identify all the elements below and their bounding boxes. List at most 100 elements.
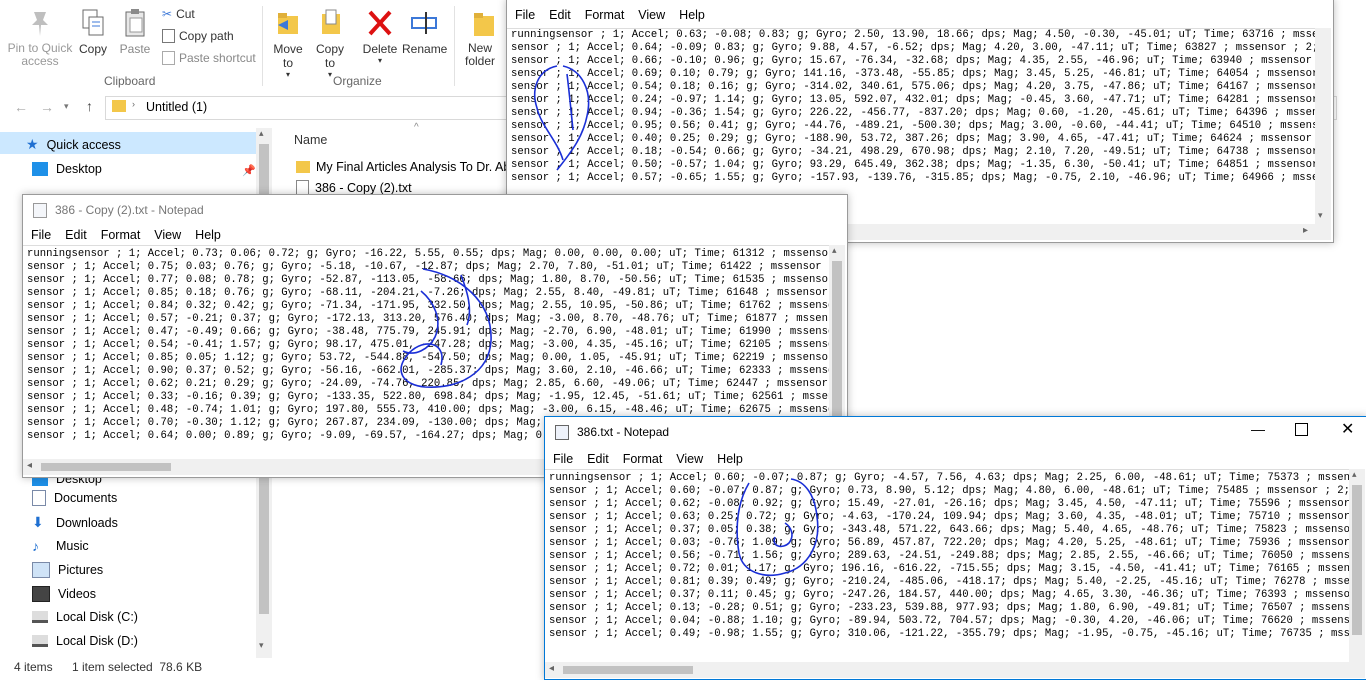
paste-shortcut-label: Paste shortcut	[179, 51, 256, 65]
nav-label: Music	[56, 539, 89, 553]
pin-to-quick-access-button[interactable]: Pin to Quick access	[4, 8, 76, 68]
status-item-count: 4 items	[14, 660, 53, 674]
scroll-right-icon[interactable]: ▸	[1303, 225, 1308, 236]
delete-button[interactable]: Delete ▾	[360, 8, 400, 65]
menu-format[interactable]: Format	[585, 8, 625, 22]
nav-label: Pictures	[58, 563, 104, 577]
paste-button[interactable]: Paste	[118, 8, 152, 56]
scroll-down-icon[interactable]: ▾	[1318, 210, 1323, 221]
pin-icon	[26, 8, 54, 38]
cut-button[interactable]: ✂ Cut	[162, 7, 195, 21]
copy-to-label: Copy to	[315, 42, 344, 70]
text-line: sensor ; 1; Accel; 0.63; 0.25; 0.72; g; …	[549, 511, 1349, 523]
nav-item-quick-access[interactable]: ★ Quick access	[26, 136, 121, 153]
organize-group-label: Organize	[333, 74, 382, 88]
new-folder-button[interactable]: New folder	[460, 8, 500, 68]
vertical-scrollbar[interactable]: ▾	[1315, 28, 1331, 224]
move-to-icon	[274, 8, 302, 38]
text-line: sensor ; 1; Accel; 0.69; 0.10; 0.79; g; …	[511, 68, 1315, 80]
menu-view[interactable]: View	[638, 8, 665, 22]
copy-path-button[interactable]: Copy path	[162, 29, 234, 43]
up-arrow-icon[interactable]: ↑	[86, 98, 93, 114]
scroll-up-icon[interactable]: ▴	[832, 245, 837, 256]
nav-item-pictures[interactable]: Pictures	[32, 562, 103, 578]
copy-icon	[79, 8, 107, 38]
scroll-left-icon[interactable]: ◂	[549, 663, 554, 674]
forward-arrow-icon[interactable]: →	[40, 99, 54, 115]
close-icon[interactable]: ✕	[1341, 419, 1354, 439]
nav-item-videos[interactable]: Videos	[32, 586, 96, 602]
nav-item-desktop[interactable]: Desktop	[32, 162, 102, 176]
title-bar[interactable]: 386.txt - Notepad — ✕	[545, 417, 1366, 447]
status-bar: 4 items 1 item selected 78.6 KB	[0, 658, 560, 676]
menu-format[interactable]: Format	[623, 452, 663, 466]
menu-bar: File Edit Format View Help	[507, 0, 1333, 30]
rename-icon	[410, 8, 438, 38]
move-to-button[interactable]: Move to ▾	[270, 8, 306, 79]
menu-file[interactable]: File	[515, 8, 535, 22]
scroll-up-icon[interactable]: ▴	[1352, 469, 1357, 480]
documents-icon	[32, 490, 46, 506]
music-note-icon: ♪	[32, 538, 39, 554]
copy-button[interactable]: Copy	[78, 8, 108, 56]
scissors-icon: ✂	[162, 7, 173, 21]
vertical-scrollbar[interactable]: ▴	[1349, 469, 1365, 665]
text-content: runningsensor ; 1; Accel; 0.60; -0.07; 0…	[545, 470, 1349, 641]
recent-chevron-icon[interactable]: ▾	[64, 101, 69, 112]
text-editor[interactable]: runningsensor ; 1; Accel; 0.60; -0.07; 0…	[545, 469, 1349, 666]
back-arrow-icon[interactable]: ←	[14, 99, 28, 115]
nav-item-documents[interactable]: Documents	[32, 490, 117, 506]
scroll-thumb[interactable]	[563, 666, 693, 674]
text-line: sensor ; 1; Accel; 0.81; 0.39; 0.49; g; …	[549, 576, 1349, 588]
minimize-icon[interactable]: —	[1251, 421, 1265, 437]
nav-item-music[interactable]: ♪ Music	[32, 538, 89, 554]
column-header-name[interactable]: Name	[294, 133, 327, 147]
menu-help[interactable]: Help	[679, 8, 705, 22]
menu-format[interactable]: Format	[101, 228, 141, 242]
menu-edit[interactable]: Edit	[587, 452, 609, 466]
copy-to-icon	[316, 8, 344, 38]
text-line: sensor ; 1; Accel; 0.94; -0.36; 1.54; g;…	[511, 107, 1315, 119]
nav-label: Local Disk (D:)	[56, 634, 138, 648]
rename-button[interactable]: Rename	[402, 8, 447, 56]
nav-item-local-disk-d[interactable]: Local Disk (D:)	[32, 634, 138, 648]
copy-label: Copy	[78, 42, 107, 56]
menu-file[interactable]: File	[31, 228, 51, 242]
copy-to-button[interactable]: Copy to ▾	[312, 8, 348, 79]
nav-item-downloads[interactable]: ⬇ Downloads	[32, 514, 118, 531]
nav-item-local-disk-c[interactable]: Local Disk (C:)	[32, 610, 138, 624]
new-folder-label: New folder	[464, 41, 496, 68]
text-line: sensor ; 1; Accel; 0.04; -0.88; 1.10; g;…	[549, 615, 1349, 627]
scroll-thumb[interactable]	[41, 463, 171, 471]
disk-icon	[32, 635, 48, 647]
paste-icon	[121, 8, 149, 38]
nav-label: Videos	[58, 587, 96, 601]
text-line: sensor ; 1; Accel; 0.50; -0.57; 1.04; g;…	[511, 159, 1315, 171]
ribbon-separator	[454, 6, 455, 86]
maximize-icon[interactable]	[1295, 423, 1308, 436]
menu-bar: File Edit Format View Help	[545, 449, 1366, 469]
menu-file[interactable]: File	[553, 452, 573, 466]
ribbon-separator	[262, 6, 263, 86]
scroll-up-icon[interactable]: ▴	[259, 128, 264, 139]
notepad-window-right[interactable]: 386.txt - Notepad — ✕ File Edit Format V…	[544, 416, 1366, 680]
scroll-down-icon[interactable]: ▾	[259, 640, 264, 651]
menu-edit[interactable]: Edit	[549, 8, 571, 22]
list-item[interactable]: 386 - Copy (2).txt	[296, 180, 412, 195]
scroll-thumb[interactable]	[832, 261, 842, 421]
scroll-thumb[interactable]	[1352, 485, 1362, 635]
folder-icon	[112, 100, 126, 112]
scroll-left-icon[interactable]: ◂	[27, 460, 32, 471]
delete-chevron-icon: ▾	[377, 56, 382, 65]
title-bar[interactable]: 386 - Copy (2).txt - Notepad	[23, 195, 847, 225]
menu-help[interactable]: Help	[195, 228, 221, 242]
file-name: My Final Articles Analysis To Dr. Abd	[316, 160, 518, 174]
menu-edit[interactable]: Edit	[65, 228, 87, 242]
menu-view[interactable]: View	[154, 228, 181, 242]
paste-shortcut-button[interactable]: Paste shortcut	[162, 51, 256, 65]
menu-help[interactable]: Help	[717, 452, 743, 466]
paste-label: Paste	[119, 42, 151, 56]
pin-icon[interactable]: 📌	[242, 164, 256, 177]
menu-view[interactable]: View	[676, 452, 703, 466]
nav-label: Quick access	[46, 137, 121, 152]
